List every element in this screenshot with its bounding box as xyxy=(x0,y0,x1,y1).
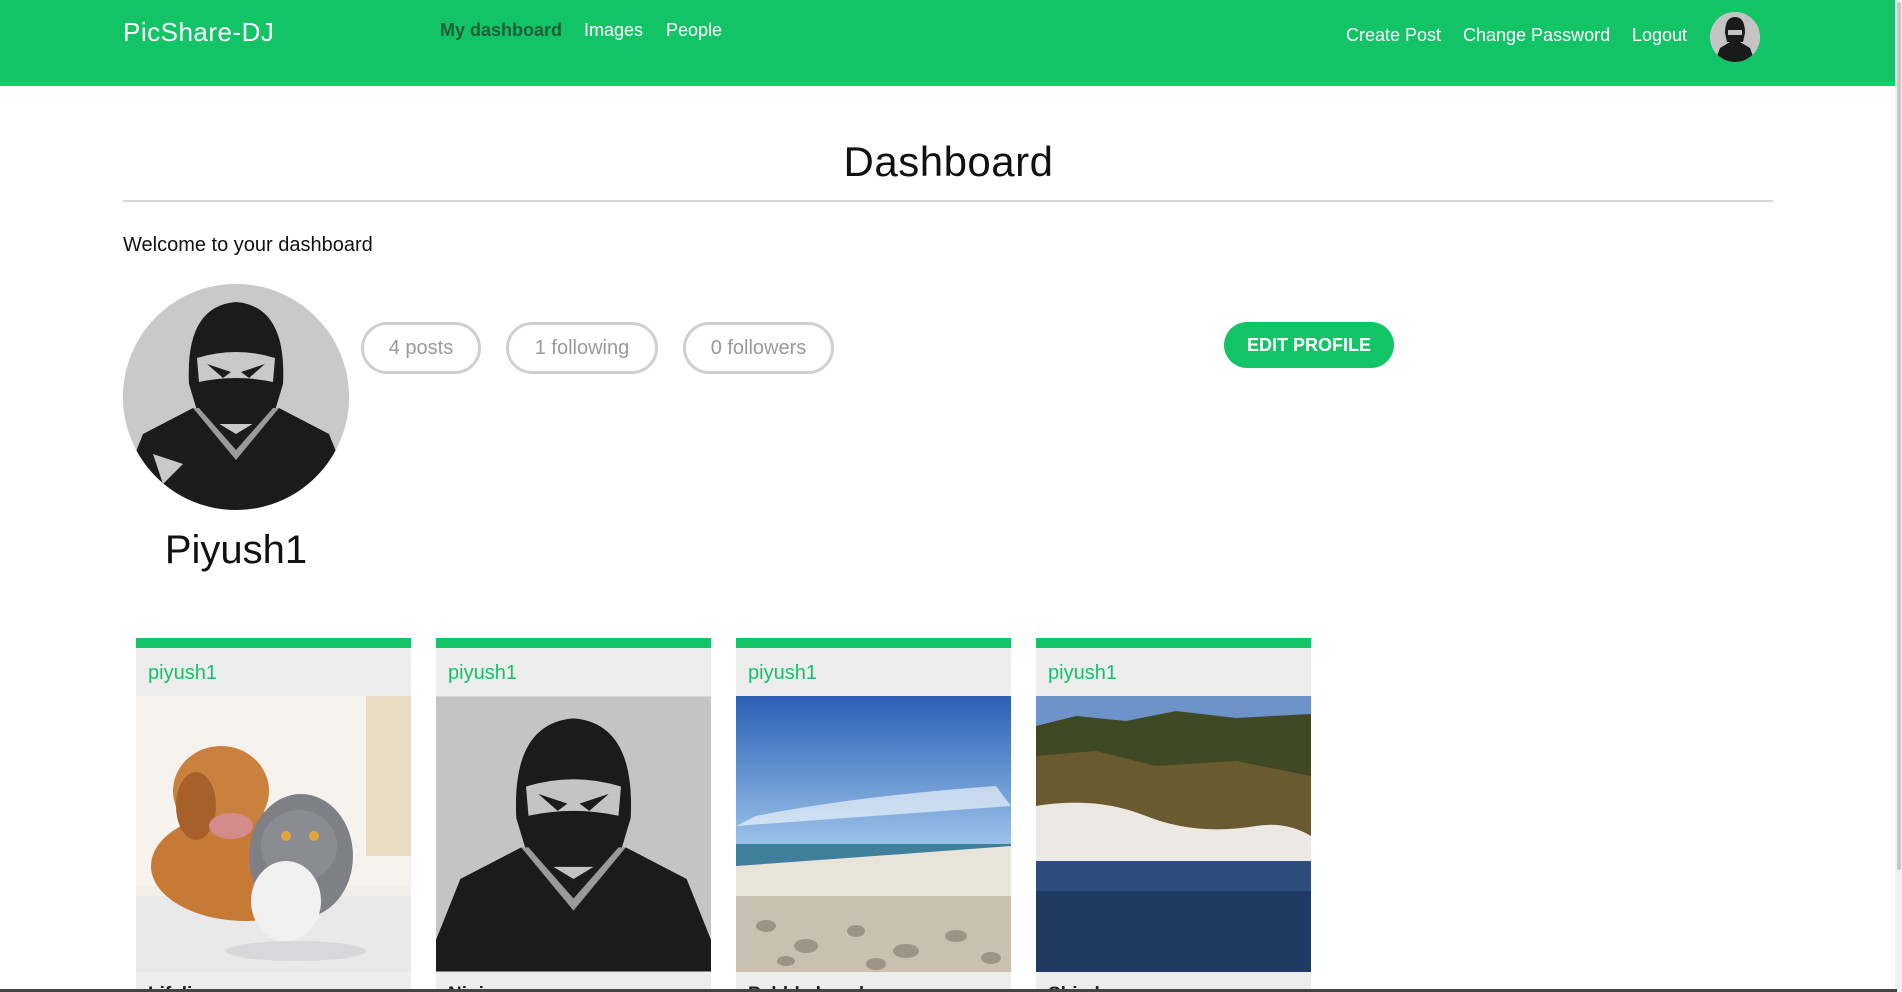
nav-people[interactable]: People xyxy=(666,20,722,41)
followers-count-badge[interactable]: 0 followers xyxy=(683,322,834,374)
nav-images[interactable]: Images xyxy=(584,20,643,41)
welcome-text: Welcome to your dashboard xyxy=(123,234,373,256)
post-card[interactable]: piyush1 Ninja xyxy=(436,638,711,992)
nav-logout[interactable]: Logout xyxy=(1632,25,1687,46)
top-navbar: PicShare-DJ My dashboard Images People C… xyxy=(0,0,1897,86)
post-card[interactable]: piyush1 Shimla xyxy=(1036,638,1311,992)
page-title: Dashboard xyxy=(843,138,1054,185)
title-divider xyxy=(123,200,1773,202)
nav-user-avatar[interactable] xyxy=(1710,12,1760,62)
post-card[interactable]: piyush1 Pebble beach xyxy=(736,638,1011,992)
post-card[interactable]: piyush1 Lifeline xyxy=(136,638,411,992)
scrollbar-thumb[interactable] xyxy=(1897,2,1901,870)
posts-count-badge[interactable]: 4 posts xyxy=(361,322,481,374)
snowy-forest-photo[interactable] xyxy=(1036,696,1311,972)
nav-create-post[interactable]: Create Post xyxy=(1346,25,1441,46)
ninja-photo[interactable] xyxy=(436,696,711,972)
profile-username: Piyush1 xyxy=(164,528,308,572)
post-author[interactable]: piyush1 xyxy=(448,662,517,685)
profile-avatar xyxy=(123,284,349,510)
following-count-badge[interactable]: 1 following xyxy=(506,322,658,374)
dog-and-cat-photo[interactable] xyxy=(136,696,411,972)
post-author[interactable]: piyush1 xyxy=(148,662,217,685)
beach-photo[interactable] xyxy=(736,696,1011,972)
post-author[interactable]: piyush1 xyxy=(748,662,817,685)
nav-my-dashboard[interactable]: My dashboard xyxy=(440,20,562,41)
nav-change-password[interactable]: Change Password xyxy=(1463,25,1610,46)
brand-logo-text[interactable]: PicShare-DJ xyxy=(123,17,274,48)
edit-profile-button[interactable]: EDIT PROFILE xyxy=(1224,322,1394,368)
post-author[interactable]: piyush1 xyxy=(1048,662,1117,685)
